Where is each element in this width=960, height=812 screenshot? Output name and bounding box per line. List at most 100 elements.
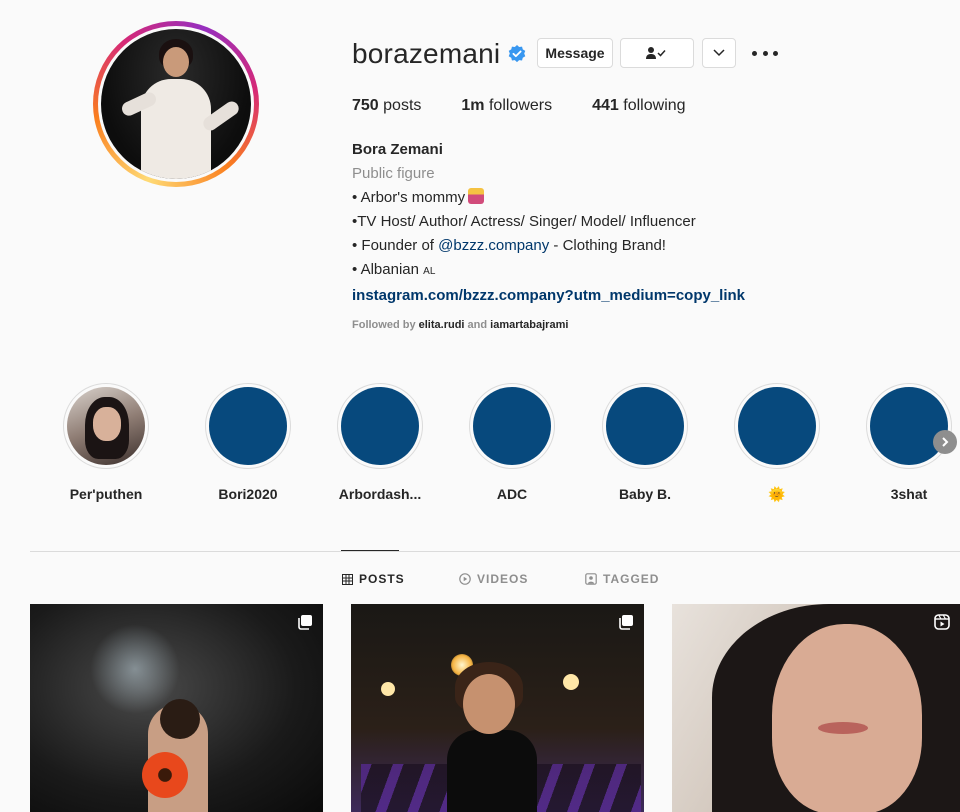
profile-bio: Bora Zemani Public figure • Arbor's momm… — [352, 138, 745, 308]
posts-count-value: 750 — [352, 97, 379, 114]
post-thumbnail[interactable] — [30, 604, 323, 812]
profile-category: Public figure — [352, 165, 435, 182]
following-button[interactable] — [620, 38, 694, 68]
suggested-dropdown-button[interactable] — [702, 38, 736, 68]
mention-link[interactable]: @bzzz.company — [438, 237, 549, 254]
highlight-item[interactable]: Arbordash... — [320, 383, 440, 502]
highlight-cover — [209, 387, 287, 465]
highlight-item[interactable]: 🌞 — [717, 383, 837, 503]
following-count-label: following — [623, 97, 686, 114]
posts-count: 750 posts — [352, 97, 421, 115]
followed-by[interactable]: Followed by elita.rudi and iamartabajram… — [352, 319, 568, 331]
bio-line-text: • Arbor's mommy — [352, 189, 466, 206]
post-image-face — [772, 624, 922, 812]
story-highlights: Per'puthen Bori2020 Arbordash... ADC Bab… — [48, 383, 960, 503]
highlight-label: 3shat — [890, 486, 928, 502]
bio-line: • Albanian AL — [352, 258, 745, 284]
bio-text: • Founder of — [352, 237, 439, 254]
post-image-face — [463, 674, 515, 734]
albania-flag-label: AL — [423, 266, 436, 277]
highlight-ring — [602, 383, 688, 469]
tag-person-icon — [585, 573, 597, 585]
highlight-label: Baby B. — [618, 486, 672, 502]
dot — [762, 50, 768, 56]
following-count-value: 441 — [592, 97, 619, 114]
highlight-cover-photo — [67, 387, 145, 465]
followers-link[interactable]: 1m followers — [461, 97, 552, 115]
dot — [752, 50, 757, 56]
post-image-flower — [142, 752, 188, 798]
profile-header: borazemani — [352, 38, 526, 70]
tab-videos[interactable]: VIDEOS — [459, 572, 528, 586]
highlight-label: 🌞 — [768, 486, 786, 502]
avatar-photo — [101, 29, 251, 179]
highlight-item[interactable]: Per'puthen — [46, 383, 166, 502]
bio-line: • Founder of @bzzz.company - Clothing Br… — [352, 234, 745, 258]
post-image-lips — [818, 722, 868, 734]
highlight-item[interactable]: ADC — [452, 383, 572, 502]
post-image-hair — [160, 699, 200, 739]
highlight-cover — [738, 387, 816, 465]
highlight-ring — [205, 383, 291, 469]
profile-avatar[interactable] — [93, 21, 259, 187]
bio-line: • Arbor's mommy — [352, 186, 745, 210]
avatar-figure-head — [163, 47, 189, 77]
bio-website-link[interactable]: instagram.com/bzzz.company?utm_medium=co… — [352, 287, 745, 304]
highlight-ring — [469, 383, 555, 469]
highlight-item[interactable]: Baby B. — [585, 383, 705, 502]
more-options-icon[interactable] — [752, 44, 778, 62]
post-image-light — [381, 682, 395, 696]
highlight-cover — [870, 387, 948, 465]
highlight-item[interactable]: Bori2020 — [188, 383, 308, 502]
following-link[interactable]: 441 following — [592, 97, 685, 115]
post-image-figure — [447, 730, 537, 812]
active-tab-indicator — [341, 550, 399, 551]
followed-by-and: and — [467, 319, 488, 331]
profile-stats: 750 posts 1m followers 441 following — [352, 97, 726, 115]
bio-text: • Albanian — [352, 261, 419, 278]
followed-by-account: elita.rudi — [418, 319, 465, 331]
highlight-cover — [606, 387, 684, 465]
highlight-ring — [337, 383, 423, 469]
person-check-icon — [646, 47, 666, 59]
full-name: Bora Zemani — [352, 141, 443, 158]
mother-emoji-icon — [468, 188, 485, 204]
tab-videos-label: VIDEOS — [477, 572, 529, 586]
tab-tagged[interactable]: TAGGED — [585, 572, 659, 586]
tab-posts-label: POSTS — [359, 572, 405, 586]
followers-count-value: 1m — [461, 97, 485, 114]
highlight-label: Bori2020 — [218, 486, 278, 502]
highlight-label: Per'puthen — [69, 486, 143, 502]
post-thumbnail[interactable] — [672, 604, 960, 812]
post-image-light — [90, 624, 180, 714]
post-image-light — [563, 674, 579, 690]
carousel-icon — [298, 615, 312, 630]
carousel-icon — [619, 615, 633, 630]
highlight-label: ADC — [496, 486, 528, 502]
play-circle-icon — [459, 573, 471, 585]
bio-text: - Clothing Brand! — [549, 237, 666, 254]
dot — [773, 50, 778, 56]
cover-figure-face — [93, 407, 121, 441]
tab-tagged-label: TAGGED — [603, 572, 660, 586]
followed-by-account: iamartabajrami — [490, 319, 569, 331]
username: borazemani — [352, 38, 501, 69]
chevron-right-icon — [942, 437, 949, 447]
avatar-inner — [98, 26, 254, 182]
post-thumbnail[interactable] — [351, 604, 644, 812]
highlight-ring — [866, 383, 952, 469]
chevron-down-icon — [713, 49, 725, 57]
highlight-ring — [734, 383, 820, 469]
tab-posts[interactable]: POSTS — [342, 572, 405, 586]
highlight-cover — [473, 387, 551, 465]
highlight-label: Arbordash... — [338, 486, 422, 502]
highlight-cover — [341, 387, 419, 465]
highlights-next-arrow-icon[interactable] — [933, 430, 957, 454]
profile-tabs: POSTS VIDEOS TAGGED — [0, 572, 960, 586]
followed-by-prefix: Followed by — [352, 319, 416, 331]
bio-line: •TV Host/ Author/ Actress/ Singer/ Model… — [352, 213, 696, 230]
message-button[interactable]: Message — [537, 38, 613, 68]
highlight-ring — [63, 383, 149, 469]
reels-icon — [934, 614, 950, 630]
followers-count-label: followers — [488, 97, 553, 114]
